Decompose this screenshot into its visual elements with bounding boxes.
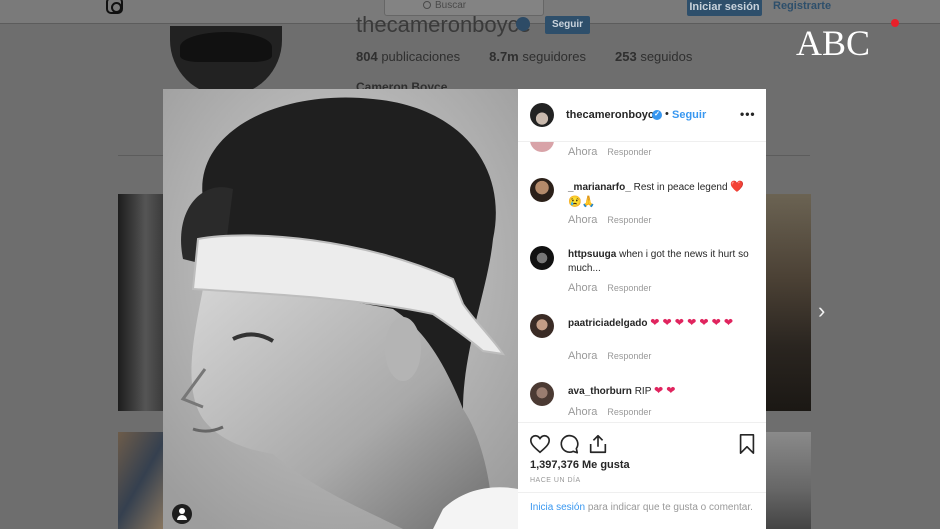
reply-button[interactable]: Responder [607, 407, 651, 417]
post-side-panel: thecameronboyce ✓ • Seguir ••• Ahora Resp… [518, 89, 766, 529]
comment-meta: Ahora Responder [568, 214, 651, 226]
grid-thumbnail[interactable] [766, 194, 811, 411]
reply-button[interactable]: Responder [607, 351, 651, 361]
more-options-icon[interactable]: ••• [740, 107, 756, 121]
login-prompt-text: para indicar que te gusta o comentar. [587, 502, 753, 513]
search-placeholder: Buscar [435, 0, 467, 11]
comment-time: Ahora [568, 146, 598, 158]
bookmark-icon[interactable] [736, 433, 758, 455]
comment-username[interactable]: _marianarfo_ [568, 182, 631, 193]
comment-text: httpsuuga when i got the news it hurt so… [568, 249, 749, 274]
portrait-image [163, 89, 518, 529]
reply-button[interactable]: Responder [607, 215, 651, 225]
header-separator: • [665, 108, 669, 120]
comment-meta: Ahora Responder [568, 406, 651, 418]
following-stat[interactable]: 253 seguidos [615, 49, 692, 64]
comment-text: paatriciadelgado ❤ ❤ ❤ ❤ ❤ ❤ ❤ [568, 316, 756, 331]
login-prompt: Inicia sesión para indicar que te gusta … [518, 492, 766, 529]
comment-avatar[interactable] [530, 142, 554, 152]
chevron-right-icon[interactable]: › [818, 300, 832, 322]
abc-watermark-logo: ABC [796, 23, 871, 63]
comment-avatar[interactable] [530, 246, 554, 270]
comment-text: _marianarfo_ Rest in peace legend ❤️ 😢🙏 [568, 181, 745, 208]
share-icon[interactable] [587, 433, 609, 455]
comment-time: Ahora [568, 214, 598, 226]
comment-emoji: ❤ ❤ ❤ ❤ ❤ ❤ ❤ [650, 317, 734, 329]
profile-username: thecameronboyce [356, 12, 531, 37]
posts-stat: 804 publicaciones [356, 49, 461, 64]
comment-meta: Ahora Responder [568, 282, 651, 294]
comment-time: Ahora [568, 406, 598, 418]
comment-time: Ahora [568, 350, 598, 362]
verified-badge-icon: ✓ [652, 110, 662, 120]
likes-count[interactable]: 1,397,376 Me gusta [530, 459, 630, 471]
comment-emoji: ❤ ❤ [653, 385, 676, 397]
comments-list[interactable]: Ahora Responder _marianarfo_ Rest in peac… [518, 142, 766, 422]
comment-text: ava_thorburn RIP ❤ ❤ [568, 385, 676, 397]
abc-logo-dot [891, 19, 899, 27]
grid-thumbnail[interactable] [118, 432, 164, 529]
post-timestamp: HACE UN DÍA [530, 477, 581, 484]
instagram-camera-icon[interactable] [106, 0, 123, 14]
post-header: thecameronboyce ✓ • Seguir ••• [518, 89, 766, 142]
post-photo[interactable] [163, 89, 518, 529]
search-icon [423, 1, 431, 9]
comment-username[interactable]: httpsuuga [568, 249, 616, 260]
comment-username[interactable]: paatriciadelgado [568, 318, 647, 329]
verified-badge-icon [516, 17, 530, 31]
post-actions: 1,397,376 Me gusta HACE UN DÍA [518, 422, 766, 492]
reply-button[interactable]: Responder [607, 283, 651, 293]
profile-stats: 804 publicaciones 8.7m seguidores 253 se… [356, 49, 692, 64]
comment-avatar[interactable] [530, 314, 554, 338]
post-author-username[interactable]: thecameronboyce [566, 109, 660, 121]
grid-thumbnail[interactable] [118, 194, 164, 411]
heart-icon[interactable] [529, 433, 551, 455]
followers-stat[interactable]: 8.7m seguidores [489, 49, 586, 64]
comment-meta: Ahora Responder [568, 350, 651, 362]
comment-time: Ahora [568, 282, 598, 294]
grid-thumbnail[interactable] [766, 432, 811, 529]
comment-meta: Ahora Responder [568, 146, 651, 158]
reply-button[interactable]: Responder [607, 147, 651, 157]
follow-button[interactable]: Seguir [672, 109, 706, 121]
login-button[interactable]: Iniciar sesión [687, 0, 762, 16]
profile-follow-button[interactable]: Seguir [545, 16, 590, 34]
register-link[interactable]: Registrarte [773, 0, 831, 12]
comment-username[interactable]: ava_thorburn [568, 386, 632, 397]
login-link[interactable]: Inicia sesión [530, 502, 585, 513]
comment-avatar[interactable] [530, 382, 554, 406]
user-tag-icon[interactable] [172, 504, 192, 524]
post-author-avatar[interactable] [530, 103, 554, 127]
comment-avatar[interactable] [530, 178, 554, 202]
comment-icon[interactable] [558, 433, 580, 455]
